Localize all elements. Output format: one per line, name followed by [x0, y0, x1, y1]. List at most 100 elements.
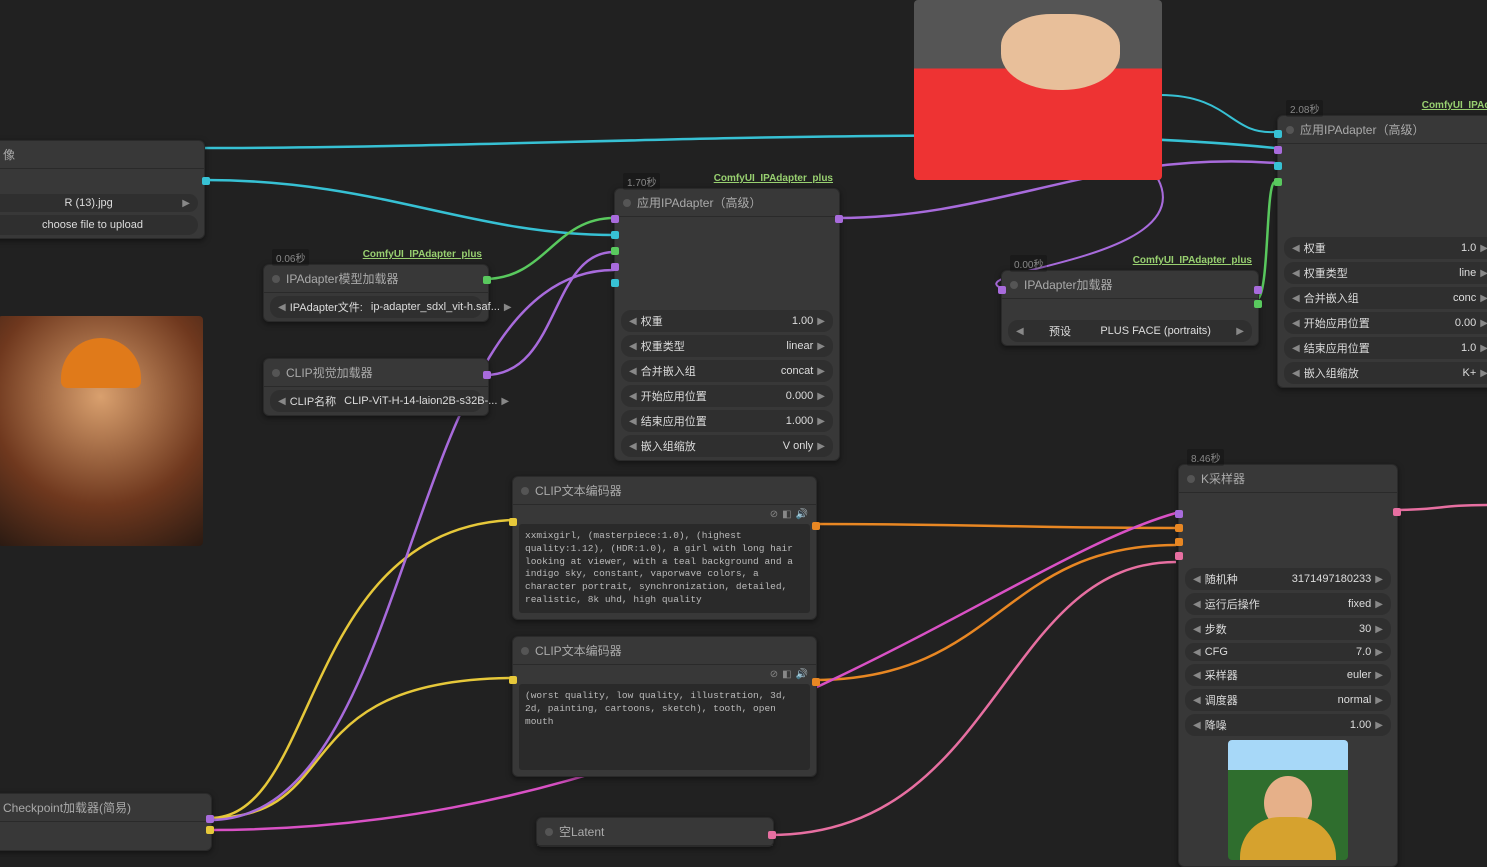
param-widget[interactable]: ◀开始应用位置0.00▶: [1284, 312, 1487, 334]
prompt-textarea[interactable]: xxmixgirl, (masterpiece:1.0), (highest q…: [519, 524, 810, 613]
chevron-right-icon: ▶: [1375, 599, 1383, 610]
ipadapter-loader-node[interactable]: 0.00秒 ComfyUI_IPAdapter_plus IPAdapter加载…: [1001, 270, 1259, 346]
ksampler-node[interactable]: 8.46秒 K采样器 ◀随机种3171497180233▶◀运行后操作fixed…: [1178, 464, 1398, 867]
param-widget[interactable]: ◀嵌入组缩放V only▶: [621, 435, 833, 457]
param-widget[interactable]: ◀结束应用位置1.0▶: [1284, 337, 1487, 359]
clip-text-encode-negative-node[interactable]: CLIP文本编码器 ⊘ ◧ 🔊 (worst quality, low qual…: [512, 636, 817, 777]
expand-icon[interactable]: ◧: [782, 509, 791, 520]
param-value: 1.0: [1374, 342, 1481, 354]
chevron-left-icon: ◀: [1193, 574, 1201, 585]
title-text: 像: [3, 146, 15, 163]
param-widget[interactable]: ◀步数30▶: [1185, 618, 1391, 640]
chevron-right-icon: ▶: [817, 416, 825, 427]
param-label: 合并嵌入组: [1300, 290, 1363, 306]
chevron-right-icon: ▶: [1480, 343, 1487, 354]
param-label: 调度器: [1201, 692, 1242, 708]
param-widget[interactable]: ◀运行后操作fixed▶: [1185, 593, 1391, 615]
param-widget[interactable]: ◀采样器euler▶: [1185, 664, 1391, 686]
param-widget[interactable]: ◀调度器normal▶: [1185, 689, 1391, 711]
param-widget[interactable]: ◀权重1.0▶: [1284, 237, 1487, 259]
param-widget[interactable]: ◀嵌入组缩放K+▶: [1284, 362, 1487, 384]
chevron-right-icon: ▶: [182, 198, 190, 209]
param-value: conc: [1363, 292, 1481, 304]
empty-latent-node[interactable]: 空Latent: [536, 817, 774, 847]
speaker-icon[interactable]: 🔊: [796, 669, 808, 680]
speaker-icon[interactable]: 🔊: [796, 509, 808, 520]
chevron-right-icon: ▶: [1375, 574, 1383, 585]
ipadapter-file-widget[interactable]: ◀ IPAdapter文件: ip-adapter_sdxl_vit-h.saf…: [270, 296, 482, 318]
param-widget[interactable]: ◀权重类型linear▶: [621, 335, 833, 357]
chevron-left-icon: ◀: [629, 366, 637, 377]
node-title: 像: [0, 141, 204, 169]
load-image-node[interactable]: 像 R (13).jpg ▶ choose file to upload: [0, 140, 205, 239]
chevron-left-icon: ◀: [629, 416, 637, 427]
node-title: 应用IPAdapter（高级）: [615, 189, 839, 217]
prompt-textarea[interactable]: (worst quality, low quality, illustratio…: [519, 684, 810, 770]
preset-widget[interactable]: ◀ 预设 PLUS FACE (portraits) ▶: [1008, 320, 1252, 342]
chevron-left-icon: ◀: [1193, 695, 1201, 706]
param-widget[interactable]: ◀权重类型line▶: [1284, 262, 1487, 284]
choose-file-button[interactable]: choose file to upload: [0, 215, 198, 235]
param-label: 权重类型: [637, 338, 689, 354]
param-widget[interactable]: ◀合并嵌入组concat▶: [621, 360, 833, 382]
chevron-left-icon: ◀: [1292, 318, 1300, 329]
node-title: IPAdapter模型加载器: [264, 265, 488, 293]
param-label: 运行后操作: [1201, 596, 1264, 612]
chevron-right-icon: ▶: [1375, 695, 1383, 706]
apply-ipadapter-node-2[interactable]: 2.08秒 ComfyUI_IPAda 应用IPAdapter（高级） ◀权重1…: [1277, 115, 1487, 388]
image-filename-widget[interactable]: R (13).jpg ▶: [0, 194, 198, 212]
param-value: fixed: [1264, 598, 1376, 610]
clip-text-encode-positive-node[interactable]: CLIP文本编码器 ⊘ ◧ 🔊 xxmixgirl, (masterpiece:…: [512, 476, 817, 620]
expand-icon[interactable]: ◧: [782, 669, 791, 680]
chevron-left-icon: ◀: [629, 316, 637, 327]
param-value: 1.00: [1231, 719, 1376, 731]
preview-image-person-red: [914, 0, 1162, 180]
chevron-left-icon: ◀: [1193, 670, 1201, 681]
param-widget[interactable]: ◀降噪1.00▶: [1185, 714, 1391, 736]
chevron-left-icon: ◀: [1193, 624, 1201, 635]
link-icon[interactable]: ⊘: [770, 669, 778, 680]
chevron-left-icon: ◀: [629, 441, 637, 452]
brand-label: ComfyUI_IPAdapter_plus: [1133, 255, 1252, 266]
param-label: 降噪: [1201, 717, 1231, 733]
param-widget[interactable]: ◀结束应用位置1.000▶: [621, 410, 833, 432]
timing-badge: 1.70秒: [623, 173, 660, 190]
param-value: linear: [689, 340, 818, 352]
chevron-right-icon: ▶: [1375, 624, 1383, 635]
clip-vision-loader-node[interactable]: CLIP视觉加载器 ◀ CLIP名称 CLIP-ViT-H-14-laion2B…: [263, 358, 489, 416]
chevron-right-icon: ▶: [1375, 647, 1383, 658]
timing-badge: 8.46秒: [1187, 449, 1224, 466]
param-label: 权重类型: [1300, 265, 1352, 281]
node-title: CLIP文本编码器: [513, 477, 816, 505]
param-widget[interactable]: ◀CFG7.0▶: [1185, 643, 1391, 661]
param-widget[interactable]: ◀开始应用位置0.000▶: [621, 385, 833, 407]
timing-badge: 0.06秒: [272, 249, 309, 266]
clip-name-widget[interactable]: ◀ CLIP名称 CLIP-ViT-H-14-laion2B-s32B-... …: [270, 390, 482, 412]
param-value: 1.00: [667, 315, 818, 327]
chevron-left-icon: ◀: [1016, 326, 1024, 337]
param-label: 结束应用位置: [1300, 340, 1374, 356]
preview-image-cartoon: [0, 316, 203, 546]
param-value: 1.0: [1330, 242, 1481, 254]
ipadapter-model-loader-node[interactable]: 0.06秒 ComfyUI_IPAdapter_plus IPAdapter模型…: [263, 264, 489, 322]
chevron-right-icon: ▶: [1480, 293, 1487, 304]
param-widget[interactable]: ◀权重1.00▶: [621, 310, 833, 332]
param-value: 7.0: [1232, 646, 1375, 658]
node-title: CLIP文本编码器: [513, 637, 816, 665]
param-widget[interactable]: ◀合并嵌入组conc▶: [1284, 287, 1487, 309]
node-title: Checkpoint加载器(简易): [0, 794, 211, 822]
node-title: IPAdapter加载器: [1002, 271, 1258, 299]
apply-ipadapter-node[interactable]: 1.70秒 ComfyUI_IPAdapter_plus 应用IPAdapter…: [614, 188, 840, 461]
param-label: 开始应用位置: [1300, 315, 1374, 331]
param-label: 开始应用位置: [637, 388, 711, 404]
chevron-left-icon: ◀: [1292, 343, 1300, 354]
param-value: 1.000: [711, 415, 818, 427]
chevron-right-icon: ▶: [1375, 720, 1383, 731]
param-value: 0.000: [711, 390, 818, 402]
checkpoint-loader-node[interactable]: Checkpoint加载器(简易): [0, 793, 212, 851]
link-icon[interactable]: ⊘: [770, 509, 778, 520]
param-widget[interactable]: ◀随机种3171497180233▶: [1185, 568, 1391, 590]
param-label: 随机种: [1201, 571, 1242, 587]
param-value: 3171497180233: [1242, 573, 1376, 585]
param-label: 嵌入组缩放: [1300, 365, 1363, 381]
